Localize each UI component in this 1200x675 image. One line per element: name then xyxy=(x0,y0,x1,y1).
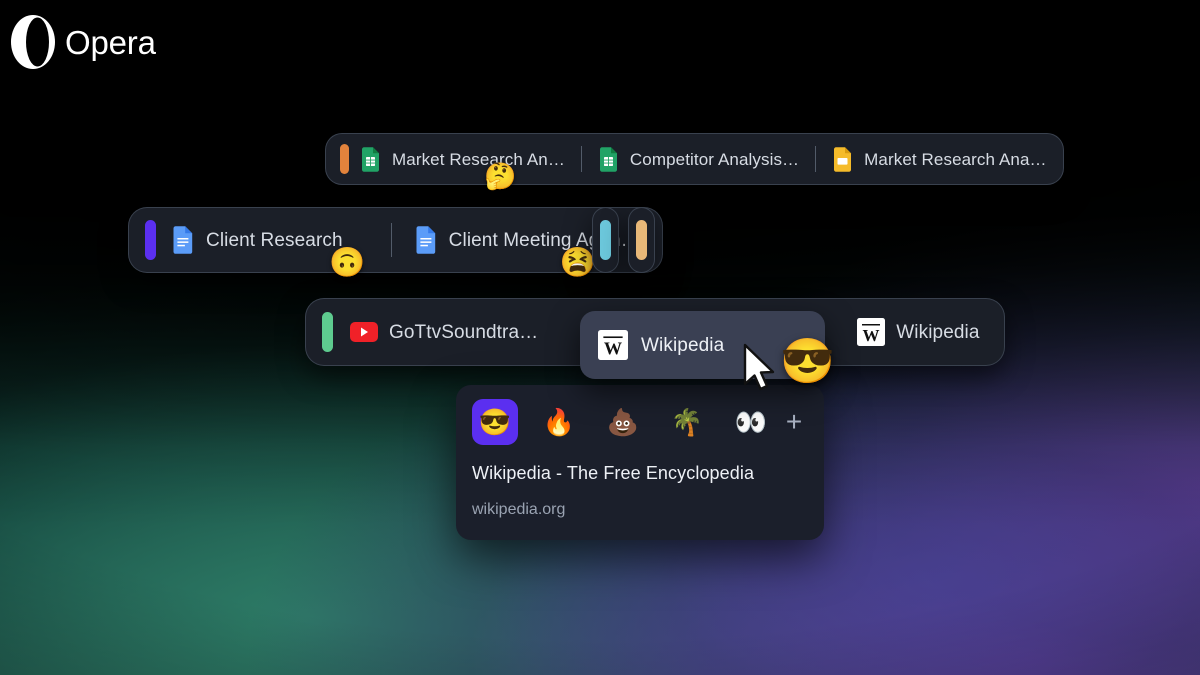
tab-wikipedia[interactable]: W Wikipedia xyxy=(849,299,1003,365)
tab-emoji-badge-tired[interactable]: 😫 xyxy=(560,249,596,278)
group-color-marker-green xyxy=(322,312,333,352)
tab-title: Wikipedia xyxy=(896,321,980,343)
tab-emoji-popup: 😎 🔥 💩 🌴 👀 + Wikipedia - The Free Encyclo… xyxy=(456,385,824,540)
opera-logo-icon xyxy=(11,15,55,69)
group-color-marker-purple xyxy=(145,220,156,260)
tab-competitor-analysis[interactable]: Competitor Analysis… xyxy=(582,134,815,184)
google-docs-icon xyxy=(416,226,435,254)
tab-title: Competitor Analysis… xyxy=(629,149,800,169)
eyes-emoji[interactable]: 👀 xyxy=(728,399,774,445)
tab-group-client[interactable]: Client Research 🙃 Client Meeting Agen… 😫 xyxy=(128,207,663,278)
dragged-emoji-sunglasses: 😎 xyxy=(780,337,835,386)
group-color-marker-orange xyxy=(340,144,349,174)
collapsed-group-cyan[interactable] xyxy=(592,207,619,273)
tab-market-research-an[interactable]: Market Research An… 🤔 xyxy=(326,134,581,189)
poop-emoji[interactable]: 💩 xyxy=(600,399,646,445)
tab-client-meeting-agenda[interactable]: Client Meeting Agen… 😫 xyxy=(392,208,662,278)
tab-emoji-badge-upside-down[interactable]: 🙃 xyxy=(329,249,365,278)
wikipedia-icon: W xyxy=(857,318,886,346)
tab-group-research[interactable]: Market Research An… 🤔 Competitor Analysi… xyxy=(325,133,1064,189)
palm-tree-emoji[interactable]: 🌴 xyxy=(664,399,710,445)
tab-title: Market Research Ana… xyxy=(864,149,1047,169)
tab-title: Market Research An… xyxy=(392,149,565,169)
sunglasses-face-emoji[interactable]: 😎 xyxy=(472,399,518,445)
svg-text:W: W xyxy=(863,326,880,345)
youtube-icon xyxy=(350,322,378,342)
fire-emoji[interactable]: 🔥 xyxy=(536,399,582,445)
google-slides-icon xyxy=(834,146,852,172)
group-color-marker-cyan xyxy=(600,220,611,260)
popup-page-url: wikipedia.org xyxy=(472,501,566,518)
emoji-picker-row: 😎 🔥 💩 🌴 👀 + xyxy=(472,399,808,445)
svg-text:W: W xyxy=(604,339,622,359)
opera-tab-islands-screen: Opera Market Research An… 🤔 Competitor A… xyxy=(0,0,1200,675)
tab-client-research[interactable]: Client Research 🙃 xyxy=(129,208,391,278)
dragged-tab-title: Wikipedia xyxy=(641,334,725,356)
collapsed-group-tan[interactable] xyxy=(628,207,655,273)
google-sheets-icon xyxy=(599,146,617,172)
popup-page-title: Wikipedia - The Free Encyclopedia xyxy=(472,463,755,483)
tab-gottvsoundtrack[interactable]: GoTtvSoundtra… xyxy=(306,299,588,365)
tab-emoji-badge-thinking[interactable]: 🤔 xyxy=(484,163,516,189)
tab-title: GoTtvSoundtra… xyxy=(389,321,539,343)
google-docs-icon xyxy=(173,226,193,254)
google-sheets-icon xyxy=(362,146,379,172)
add-emoji-button[interactable]: + xyxy=(774,402,814,442)
wikipedia-icon: W xyxy=(598,330,628,360)
tab-title: Client Research xyxy=(206,229,343,251)
group-color-marker-tan xyxy=(636,220,647,260)
opera-wordmark: Opera xyxy=(65,23,156,61)
tab-market-research-ana[interactable]: Market Research Ana… xyxy=(816,134,1062,184)
opera-brand: Opera xyxy=(10,14,156,70)
